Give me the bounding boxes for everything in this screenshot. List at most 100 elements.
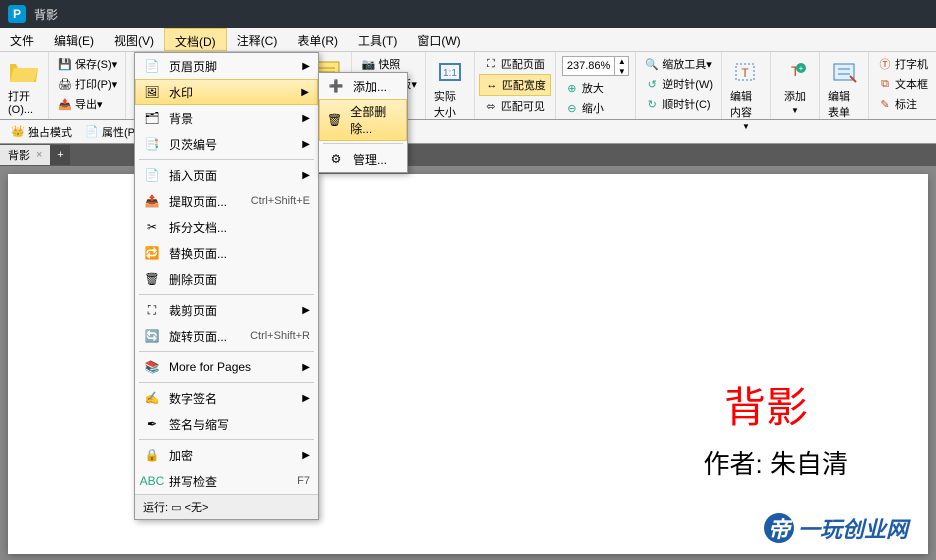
watermark-icon: 帝 [764,513,794,543]
menu-edit[interactable]: 编辑(E) [44,28,104,51]
menu-document[interactable]: 文档(D) [164,28,227,51]
background-item[interactable]: 🗂背景▶ [135,105,318,131]
rotate-ccw-icon: ↺ [644,76,660,92]
bates-icon: 📑 [143,135,161,153]
crop-icon: ⛶ [143,301,161,319]
sign-compress-item[interactable]: ✒签名与缩写 [135,411,318,437]
textbox-icon: ⧉ [877,76,893,92]
menu-form[interactable]: 表单(R) [287,28,348,51]
fit-visible-icon: ⬄ [483,98,499,114]
spellcheck-item[interactable]: ABC拼写检查F7 [135,468,318,494]
zoom-in-button[interactable]: ⊕放大 [560,78,631,98]
edit-form-button[interactable]: 编辑表单 [824,54,864,122]
save-button[interactable]: 💾保存(S) ▾ [53,54,121,74]
magnify-icon: 🔍 [644,56,660,72]
actual-size-icon: 1:1 [434,56,466,88]
insert-icon: 📄 [143,166,161,184]
fit-visible-button[interactable]: ⬄匹配可见 [479,96,551,116]
fit-width-button[interactable]: ↔匹配宽度 [479,74,551,96]
zoom-input[interactable]: 237.86% ▲▼ [562,56,629,76]
window-title: 背影 [34,6,58,23]
more-icon: 📚 [143,358,161,376]
rotate-cw-button[interactable]: ↻顺时针(C) [640,94,717,114]
extract-page-item[interactable]: 📤提取页面...Ctrl+Shift+E [135,188,318,214]
fit-page-icon: ⛶ [483,56,499,72]
digital-sign-item[interactable]: ✍数字签名▶ [135,385,318,411]
document-author: 作者: 朱自清 [704,444,848,481]
rotate-page-item[interactable]: 🔄旋转页面...Ctrl+Shift+R [135,323,318,349]
svg-text:1:1: 1:1 [443,68,457,79]
rotate-ccw-button[interactable]: ↺逆时针(W) [640,74,717,94]
add-watermark-item[interactable]: ➕添加... [319,73,407,99]
exclusive-mode-button[interactable]: 👑独占模式 [4,122,78,142]
crop-page-item[interactable]: ⛶裁剪页面▶ [135,297,318,323]
rotate-cw-icon: ↻ [644,96,660,112]
zoom-up-button[interactable]: ▲ [614,56,628,66]
edit-content-icon: T [730,56,762,88]
delete-icon: 🗑 [143,270,161,288]
save-icon: 💾 [57,56,73,72]
app-icon: P [8,5,26,23]
rotate-icon: 🔄 [143,327,161,345]
open-button[interactable]: 打开(O)... [4,54,44,118]
textbox-button[interactable]: ⧉文本框 [873,74,932,94]
header-footer-icon: 📄 [143,57,161,75]
close-icon[interactable]: × [36,149,42,161]
print-button[interactable]: 🖨打印(P) ▾ [53,74,121,94]
minus-icon: ⊖ [564,100,580,116]
add-tab-button[interactable]: + [50,145,70,165]
typewriter-icon: Ⓣ [877,56,893,72]
encrypt-item[interactable]: 🔒加密▶ [135,442,318,468]
zoom-tool-button[interactable]: 🔍缩放工具 ▾ [640,54,717,74]
actual-size-button[interactable]: 1:1 实际大小 [430,54,470,122]
header-footer-item[interactable]: 📄页眉页脚▶ [135,53,318,79]
add-button[interactable]: T+ 添加 [775,54,815,106]
delete-all-icon: 🗑 [327,111,342,129]
mark-button[interactable]: ✎标注 [873,94,932,114]
zoom-out-button[interactable]: ⊖缩小 [560,98,631,118]
delete-all-watermark-item[interactable]: 🗑全部删除... [319,99,407,141]
form-icon [828,56,860,88]
document-dropdown: 📄页眉页脚▶ 🖼水印▶ 🗂背景▶ 📑贝茨编号▶ 📄插入页面▶ 📤提取页面...C… [134,52,319,520]
bates-item[interactable]: 📑贝茨编号▶ [135,131,318,157]
export-button[interactable]: 📤导出 ▾ [53,94,121,114]
edit-content-button[interactable]: T 编辑内容 [726,54,766,122]
split-doc-item[interactable]: ✂拆分文档... [135,214,318,240]
manage-watermark-item[interactable]: ⚙管理... [319,146,407,172]
camera-icon: 📷 [360,56,376,72]
properties-icon: 📄 [84,124,100,140]
menu-tools[interactable]: 工具(T) [348,28,407,51]
menubar: 文件 编辑(E) 视图(V) 文档(D) 注释(C) 表单(R) 工具(T) 窗… [0,28,936,52]
insert-page-item[interactable]: 📄插入页面▶ [135,162,318,188]
menu-annotate[interactable]: 注释(C) [227,28,288,51]
menu-window[interactable]: 窗口(W) [407,28,470,51]
menu-file[interactable]: 文件 [0,28,44,51]
watermark-icon: 🖼 [143,83,161,101]
split-icon: ✂ [143,218,161,236]
plus-icon: ⊕ [564,80,580,96]
snapshot-button[interactable]: 📷快照 [356,54,421,74]
dropdown-footer: 运行: ▭ <无> [135,494,318,519]
folder-open-icon [8,56,40,88]
fit-page-button[interactable]: ⛶匹配页面 [479,54,551,74]
watermark-item[interactable]: 🖼水印▶ [135,79,318,105]
document-tab[interactable]: 背影 × [0,145,50,165]
delete-page-item[interactable]: 🗑删除页面 [135,266,318,292]
add-icon: ➕ [327,77,345,95]
svg-text:+: + [799,64,804,73]
zoom-down-button[interactable]: ▼ [614,66,628,76]
svg-text:T: T [741,66,749,80]
background-icon: 🗂 [143,109,161,127]
manage-icon: ⚙ [327,150,345,168]
menu-view[interactable]: 视图(V) [104,28,164,51]
mark-icon: ✎ [877,96,893,112]
add-text-icon: T+ [779,56,811,88]
replace-page-item[interactable]: 🔁替换页面... [135,240,318,266]
spellcheck-icon: ABC [143,472,161,490]
typewriter-button[interactable]: Ⓣ打字机 [873,54,932,74]
fit-width-icon: ↔ [484,77,500,93]
more-pages-item[interactable]: 📚More for Pages▶ [135,354,318,380]
titlebar: P 背影 [0,0,936,28]
watermark-logo: 帝 一玩创业网 [764,512,908,544]
replace-icon: 🔁 [143,244,161,262]
